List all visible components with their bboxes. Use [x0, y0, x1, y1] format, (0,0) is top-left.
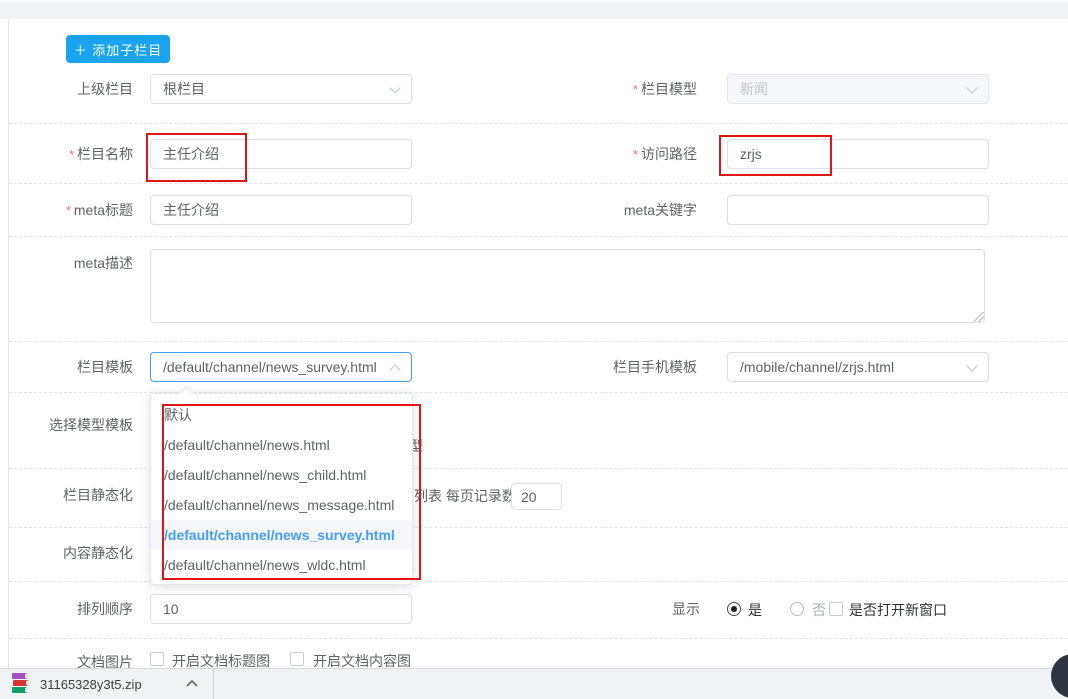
dropdown-option[interactable]: /default/channel/news.html: [151, 430, 412, 460]
required-asterisk: *: [632, 147, 638, 162]
chevron-down-icon: [966, 82, 978, 94]
sort-order-label: 排列顺序: [77, 601, 133, 617]
chevron-down-icon: [389, 82, 401, 94]
access-path-label: * 访问路径: [632, 146, 697, 162]
dropdown-option[interactable]: /default/channel/news_wldc.html: [151, 550, 412, 580]
access-path-input[interactable]: [727, 139, 989, 169]
channel-model-value: 新闻: [740, 81, 768, 97]
parent-channel-select[interactable]: 根栏目: [150, 74, 412, 104]
channel-edit-page: ＋ 添加子栏目 上级栏目 根栏目 *栏目模型 新闻 *栏目名称 *访问路径 *m…: [0, 0, 1068, 699]
channel-static-list-text: 列表 每页记录数: [414, 488, 516, 504]
chevron-down-icon: [966, 360, 978, 372]
winrar-archive-icon: [12, 673, 29, 693]
chevron-up-icon: [389, 364, 401, 376]
meta-title-input[interactable]: [150, 195, 412, 225]
parent-channel-value: 根栏目: [163, 81, 205, 97]
doc-content-image-checkbox[interactable]: [290, 652, 304, 666]
caret-up-icon[interactable]: [183, 675, 201, 693]
meta-description-textarea[interactable]: [150, 249, 985, 323]
meta-keywords-input[interactable]: [727, 195, 989, 225]
channel-template-label: 栏目模板: [77, 359, 133, 375]
dropdown-option-selected[interactable]: /default/channel/news_survey.html: [151, 520, 412, 550]
open-new-window-checkbox[interactable]: [829, 602, 843, 616]
channel-model-select: 新闻: [727, 74, 989, 104]
top-strip: [0, 0, 1068, 19]
mobile-template-value: /mobile/channel/zrjs.html: [740, 359, 895, 375]
download-item-divider: [213, 669, 214, 699]
display-no-label[interactable]: 否: [812, 601, 826, 619]
required-asterisk: *: [632, 82, 638, 97]
channel-model-label: * 栏目模型: [632, 81, 697, 97]
mobile-template-select[interactable]: /mobile/channel/zrjs.html: [727, 352, 989, 382]
meta-keywords-label: meta关键字: [623, 202, 697, 218]
model-template-label: 选择模型模板: [49, 417, 133, 433]
dropdown-option[interactable]: 默认: [151, 400, 412, 430]
row-divider: [9, 123, 1068, 124]
channel-name-input[interactable]: [150, 139, 412, 169]
meta-title-label: * meta标题: [65, 202, 133, 218]
display-yes-radio[interactable]: [727, 602, 741, 616]
template-dropdown-panel: 默认 /default/channel/news.html /default/c…: [150, 385, 413, 585]
display-yes-label[interactable]: 是: [748, 601, 762, 619]
row-divider: [9, 183, 1068, 184]
required-asterisk: *: [65, 203, 71, 218]
row-divider: [9, 341, 1068, 342]
parent-channel-label: 上级栏目: [77, 81, 133, 97]
mobile-template-label: 栏目手机模板: [613, 359, 697, 375]
row-divider: [9, 236, 1068, 237]
open-new-window-label: 是否打开新窗口: [849, 602, 947, 618]
channel-static-label: 栏目静态化: [63, 487, 133, 503]
content-static-label: 内容静态化: [63, 545, 133, 561]
meta-description-label: meta描述: [73, 255, 133, 271]
add-child-channel-button[interactable]: ＋ 添加子栏目: [66, 35, 170, 63]
display-label: 显示: [672, 601, 700, 617]
page-size-input[interactable]: [511, 483, 562, 510]
download-bar: 31165328y3t5.zip: [0, 668, 1068, 699]
required-asterisk: *: [68, 147, 74, 162]
channel-template-select[interactable]: /default/channel/news_survey.html: [150, 352, 412, 382]
sort-order-input[interactable]: [150, 594, 412, 624]
display-no-radio[interactable]: [790, 602, 804, 616]
dropdown-arrow: [178, 385, 194, 401]
channel-template-value: /default/channel/news_survey.html: [163, 359, 377, 375]
panel-left-border: [8, 19, 9, 668]
doc-title-image-checkbox[interactable]: [150, 652, 164, 666]
dropdown-option[interactable]: /default/channel/news_message.html: [151, 490, 412, 520]
channel-name-label: * 栏目名称: [68, 146, 133, 162]
textarea-resize-grip[interactable]: [974, 312, 984, 322]
download-filename[interactable]: 31165328y3t5.zip: [40, 676, 142, 694]
dropdown-option[interactable]: /default/channel/news_child.html: [151, 460, 412, 490]
row-divider: [9, 638, 1068, 639]
